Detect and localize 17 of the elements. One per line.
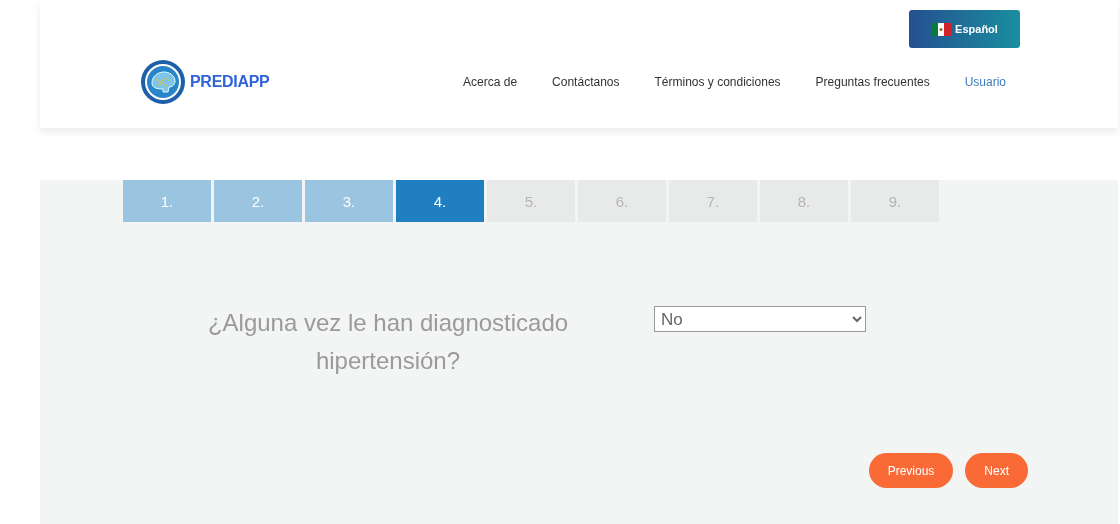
step-tab[interactable]: 1. <box>123 180 211 222</box>
nav-link[interactable]: Contáctanos <box>552 75 620 89</box>
brain-logo-icon <box>140 59 186 105</box>
logo-text: PREDIAPP <box>190 73 270 91</box>
nav-link[interactable]: Términos y condiciones <box>654 75 781 89</box>
nav-link[interactable]: Preguntas frecuentes <box>815 75 930 89</box>
step-tab[interactable]: 4. <box>396 180 484 222</box>
previous-button[interactable]: Previous <box>868 453 954 488</box>
language-button[interactable]: Español <box>909 10 1020 48</box>
nav-link[interactable]: Acerca de <box>463 75 518 89</box>
next-button[interactable]: Next <box>965 453 1028 488</box>
answer-dropdown[interactable]: No <box>654 306 866 332</box>
step-tab[interactable]: 3. <box>305 180 393 222</box>
flag-icon <box>931 22 952 36</box>
nav-link[interactable]: Usuario <box>964 75 1006 89</box>
question-text: ¿Alguna vez le han diagnosticado hipertensión? <box>206 308 570 376</box>
step-tab[interactable]: 2. <box>214 180 302 222</box>
